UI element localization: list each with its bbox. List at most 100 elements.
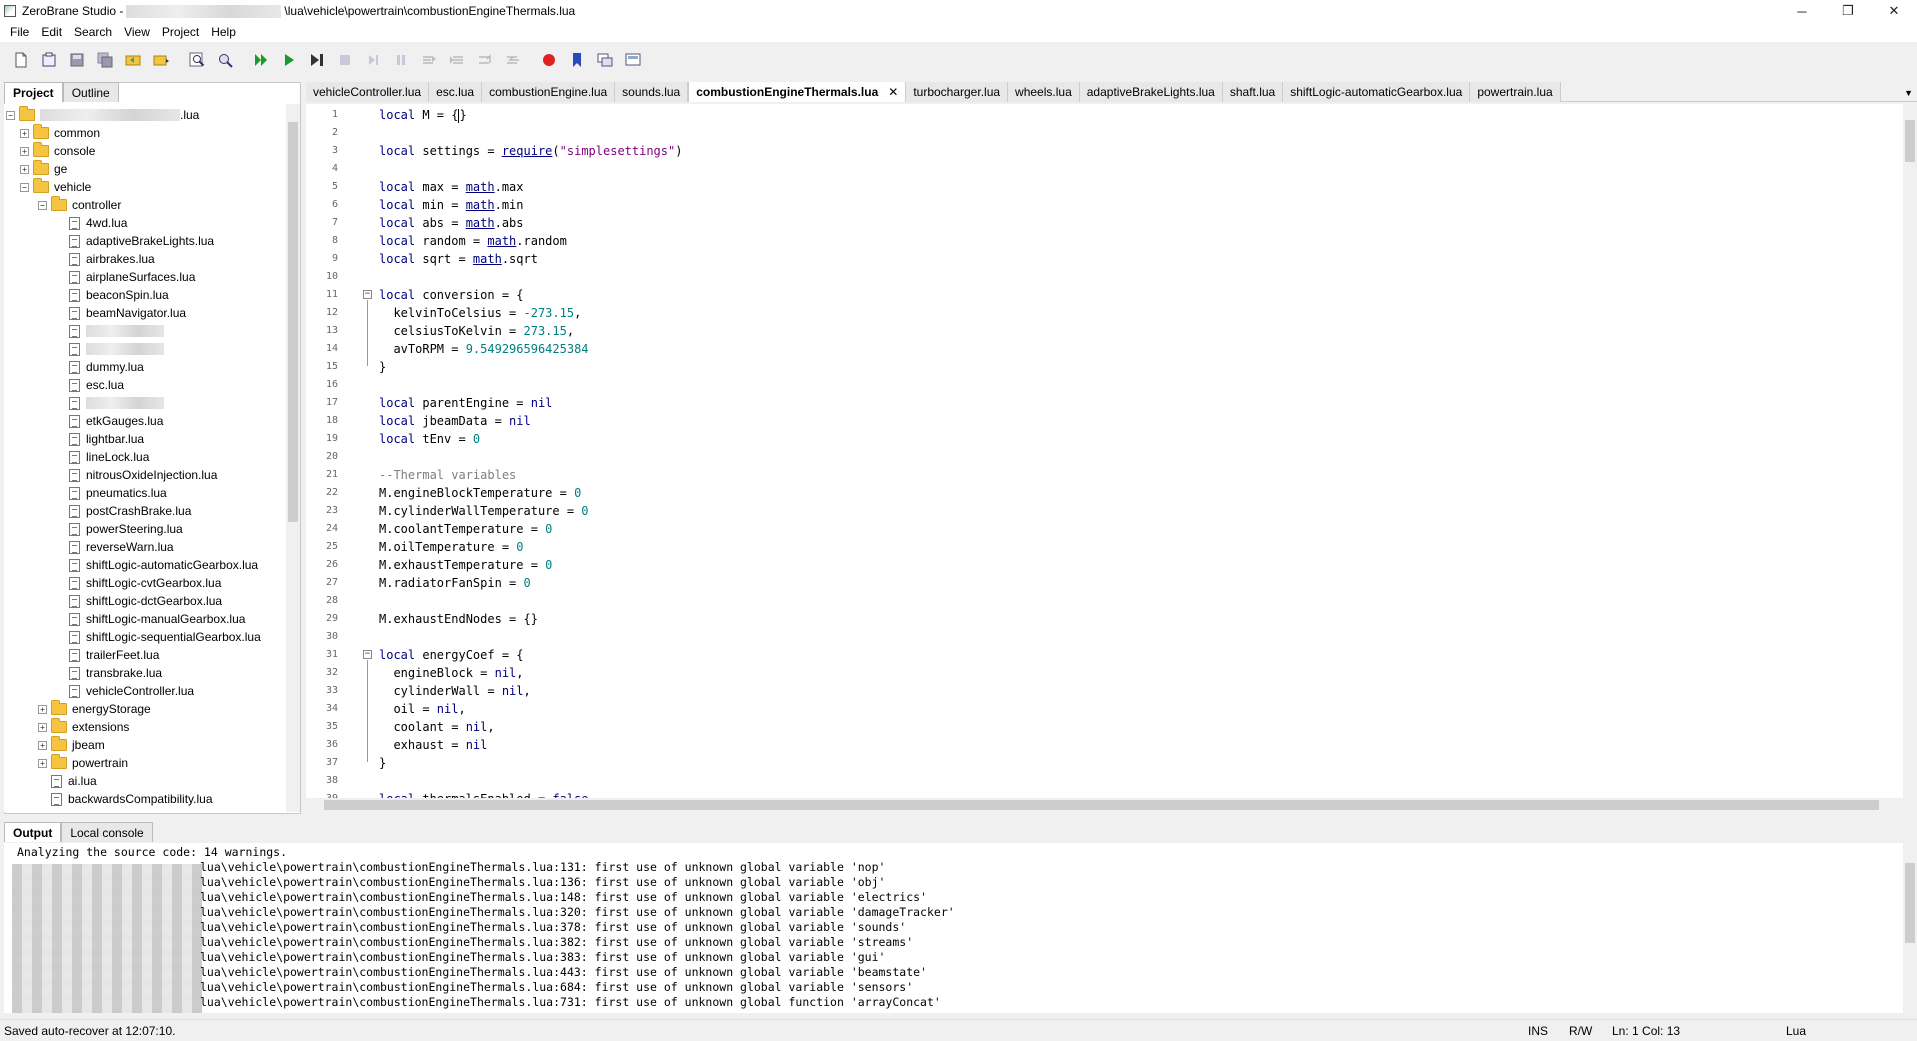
editor-tab[interactable]: combustionEngineThermals.lua ✕ bbox=[688, 82, 907, 102]
scrollbar-thumb[interactable] bbox=[1905, 863, 1915, 943]
project-dir-choose-icon[interactable] bbox=[148, 47, 174, 73]
code-line[interactable]: M.exhaustTemperature = 0 bbox=[379, 556, 552, 574]
tree-file[interactable]: 4wd.lua bbox=[69, 214, 127, 232]
tree-file[interactable]: esc.lua bbox=[69, 376, 124, 394]
close-tab-icon[interactable]: ✕ bbox=[888, 85, 898, 99]
find-icon[interactable] bbox=[184, 47, 210, 73]
tree-folder[interactable]: − vehicle bbox=[20, 178, 91, 196]
new-file-icon[interactable] bbox=[8, 47, 34, 73]
close-button[interactable]: ✕ bbox=[1871, 0, 1917, 22]
tree-file[interactable]: beaconSpin.lua bbox=[69, 286, 169, 304]
tree-file[interactable] bbox=[69, 340, 164, 358]
step-into-icon[interactable] bbox=[444, 47, 470, 73]
tree-file[interactable]: shiftLogic-automaticGearbox.lua bbox=[69, 556, 258, 574]
tree-folder[interactable]: + powertrain bbox=[38, 754, 128, 772]
code-line[interactable]: engineBlock = nil, bbox=[379, 664, 523, 682]
code-line[interactable]: local tEnv = 0 bbox=[379, 430, 480, 448]
code-line[interactable]: local parentEngine = nil bbox=[379, 394, 552, 412]
output-scrollbar[interactable] bbox=[1903, 843, 1917, 1013]
collapse-icon[interactable]: − bbox=[6, 110, 15, 120]
menu-help[interactable]: Help bbox=[205, 25, 242, 39]
code-line[interactable]: local sqrt = math.sqrt bbox=[379, 250, 538, 268]
project-dir-icon[interactable] bbox=[120, 47, 146, 73]
menu-file[interactable]: File bbox=[4, 25, 35, 39]
tree-file[interactable]: shiftLogic-dctGearbox.lua bbox=[69, 592, 222, 610]
tree-file[interactable]: reverseWarn.lua bbox=[69, 538, 174, 556]
tree-file[interactable]: lightbar.lua bbox=[69, 430, 144, 448]
code-line[interactable]: M.engineBlockTemperature = 0 bbox=[379, 484, 581, 502]
editor-vertical-scrollbar[interactable] bbox=[1903, 104, 1917, 798]
code-line[interactable]: } bbox=[379, 754, 386, 772]
tree-file[interactable]: transbrake.lua bbox=[69, 664, 162, 682]
expand-icon[interactable]: + bbox=[38, 722, 47, 732]
tree-folder[interactable]: + jbeam bbox=[38, 736, 105, 754]
expand-icon[interactable]: + bbox=[38, 740, 47, 750]
tree-file[interactable]: shiftLogic-sequentialGearbox.lua bbox=[69, 628, 261, 646]
tree-file[interactable]: powerSteering.lua bbox=[69, 520, 183, 538]
code-line[interactable]: local random = math.random bbox=[379, 232, 567, 250]
code-line[interactable]: } bbox=[379, 358, 386, 376]
code-editor[interactable]: 1 local M = {} 2 3 local settings = require(… bbox=[306, 104, 1917, 798]
open-file-icon[interactable] bbox=[36, 47, 62, 73]
editor-tab[interactable]: vehicleController.lua bbox=[306, 82, 430, 102]
menu-search[interactable]: Search bbox=[68, 25, 118, 39]
expand-icon[interactable]: + bbox=[38, 758, 47, 768]
code-line[interactable]: kelvinToCelsius = -273.15, bbox=[379, 304, 581, 322]
tree-folder[interactable]: − controller bbox=[38, 196, 121, 214]
editor-tab[interactable]: shaft.lua bbox=[1222, 82, 1284, 102]
tree-file[interactable]: dummy.lua bbox=[69, 358, 144, 376]
code-line[interactable]: local M = {} bbox=[379, 106, 467, 124]
expand-icon[interactable]: + bbox=[38, 704, 47, 714]
editor-tab[interactable]: shiftLogic-automaticGearbox.lua bbox=[1283, 82, 1471, 102]
save-all-icon[interactable] bbox=[92, 47, 118, 73]
find-in-files-icon[interactable] bbox=[212, 47, 238, 73]
scrollbar-thumb[interactable] bbox=[1905, 120, 1915, 162]
run-to-cursor-icon[interactable] bbox=[304, 47, 330, 73]
editor-tab[interactable]: powertrain.lua bbox=[1470, 82, 1561, 102]
tree-file[interactable]: airbrakes.lua bbox=[69, 250, 155, 268]
collapse-icon[interactable]: − bbox=[38, 200, 47, 210]
fold-toggle-icon[interactable]: − bbox=[363, 290, 372, 299]
tree-folder[interactable]: + console bbox=[20, 142, 95, 160]
tree-folder[interactable]: + extensions bbox=[38, 718, 129, 736]
output-console[interactable]: Analyzing the source code: 14 warnings. … bbox=[4, 843, 1917, 1013]
code-line[interactable]: M.cylinderWallTemperature = 0 bbox=[379, 502, 589, 520]
code-line[interactable]: M.oilTemperature = 0 bbox=[379, 538, 524, 556]
save-icon[interactable] bbox=[64, 47, 90, 73]
code-line[interactable]: local thermalsEnabled = false bbox=[379, 790, 589, 798]
project-tree-scrollbar[interactable] bbox=[286, 104, 300, 812]
tree-file[interactable]: shiftLogic-cvtGearbox.lua bbox=[69, 574, 221, 592]
tree-file[interactable]: pneumatics.lua bbox=[69, 484, 167, 502]
tab-output[interactable]: Output bbox=[4, 822, 62, 842]
code-line[interactable]: local conversion = { bbox=[379, 286, 524, 304]
tree-file[interactable] bbox=[69, 394, 164, 412]
tree-file[interactable] bbox=[69, 322, 164, 340]
code-line[interactable]: oil = nil, bbox=[379, 700, 465, 718]
code-line[interactable]: exhaust = nil bbox=[379, 736, 487, 754]
step-out-icon[interactable] bbox=[472, 47, 498, 73]
tree-folder[interactable]: + ge bbox=[20, 160, 67, 178]
tree-file[interactable]: ai.lua bbox=[51, 772, 97, 790]
editor-tab[interactable]: adaptiveBrakeLights.lua bbox=[1079, 82, 1223, 102]
code-line[interactable]: local jbeamData = nil bbox=[379, 412, 531, 430]
code-line[interactable]: local energyCoef = { bbox=[379, 646, 524, 664]
tree-file[interactable]: postCrashBrake.lua bbox=[69, 502, 191, 520]
editor-tab[interactable]: combustionEngine.lua bbox=[482, 82, 616, 102]
step-back-icon[interactable] bbox=[500, 47, 526, 73]
watch-window-icon[interactable] bbox=[620, 47, 646, 73]
menu-view[interactable]: View bbox=[118, 25, 156, 39]
stack-window-icon[interactable] bbox=[592, 47, 618, 73]
step-icon[interactable] bbox=[360, 47, 386, 73]
tree-file[interactable]: beamNavigator.lua bbox=[69, 304, 186, 322]
tree-file[interactable]: shiftLogic-manualGearbox.lua bbox=[69, 610, 245, 628]
tree-folder[interactable]: + energyStorage bbox=[38, 700, 151, 718]
expand-icon[interactable]: + bbox=[20, 128, 29, 138]
bookmark-icon[interactable] bbox=[564, 47, 590, 73]
tab-project[interactable]: Project bbox=[4, 82, 63, 102]
tab-local-console[interactable]: Local console bbox=[61, 822, 153, 842]
tree-file[interactable]: adaptiveBrakeLights.lua bbox=[69, 232, 214, 250]
tabs-dropdown-icon[interactable]: ▼ bbox=[1904, 88, 1913, 98]
scrollbar-thumb[interactable] bbox=[324, 800, 1879, 810]
expand-icon[interactable]: + bbox=[20, 164, 29, 174]
code-line[interactable]: local abs = math.abs bbox=[379, 214, 524, 232]
